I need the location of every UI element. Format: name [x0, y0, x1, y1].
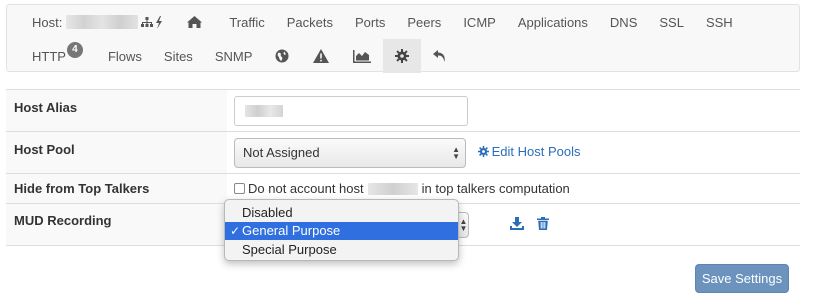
host-name-redacted	[367, 183, 418, 195]
edit-host-pools-label: Edit Host Pools	[491, 144, 581, 159]
checkmark-icon: ✓	[230, 223, 241, 238]
gear-icon	[477, 146, 489, 157]
tab-traffic[interactable]: Traffic	[213, 5, 275, 39]
tab-historical[interactable]	[341, 39, 383, 73]
home-tab[interactable]	[167, 5, 213, 39]
mud-option-disabled[interactable]: Disabled	[225, 203, 458, 222]
host-alias-input[interactable]	[234, 95, 468, 126]
mud-option-general-purpose[interactable]: ✓ General Purpose	[225, 221, 458, 240]
top-talkers-label: Hide from Top Talkers	[6, 173, 227, 204]
host-pool-label: Host Pool	[6, 131, 227, 174]
host-pool-row: Host Pool Not Assigned ▲ ▼ Edit Host Pool…	[6, 131, 800, 174]
tab-sites[interactable]: Sites	[153, 39, 204, 73]
tab-settings[interactable]	[383, 39, 422, 73]
tab-ssh[interactable]: SSH	[695, 5, 744, 39]
navbar-row-1: Host: Traffic Packets Ports Peers ICMP A…	[7, 5, 744, 39]
host-alias-value-redacted	[245, 104, 283, 117]
undo-icon	[433, 50, 446, 62]
edit-host-pools-link[interactable]: Edit Host Pools	[477, 144, 581, 159]
navbar-row-2: HTTP 4 Flows Sites SNMP	[7, 39, 458, 73]
top-talkers-checkbox[interactable]	[234, 183, 245, 194]
tab-flows[interactable]: Flows	[94, 39, 153, 73]
host-navbar: Host: Traffic Packets Ports Peers ICMP A…	[6, 4, 800, 73]
tab-snmp[interactable]: SNMP	[204, 39, 264, 73]
area-chart-icon	[353, 49, 372, 63]
host-label: Host:	[32, 14, 63, 30]
mud-recording-label: MUD Recording	[6, 203, 227, 246]
globe-icon	[275, 49, 289, 63]
tab-ports[interactable]: Ports	[344, 5, 396, 39]
tab-peers[interactable]: Peers	[396, 5, 452, 39]
lightning-icon[interactable]	[155, 15, 163, 29]
tab-icmp[interactable]: ICMP	[452, 5, 507, 39]
home-icon	[187, 16, 203, 28]
trash-icon[interactable]	[537, 216, 550, 230]
mud-option-special-purpose[interactable]: Special Purpose	[225, 240, 458, 259]
host-alias-row: Host Alias	[6, 89, 800, 132]
select-arrows-icon: ▲ ▼	[452, 144, 460, 161]
select-arrows-icon: ▲ ▼	[459, 217, 468, 233]
host-pool-selected: Not Assigned	[243, 145, 320, 160]
top-talkers-text-before: Do not account host	[248, 181, 364, 196]
host-pool-select[interactable]: Not Assigned ▲ ▼	[234, 137, 466, 168]
host-alias-label: Host Alias	[6, 89, 227, 132]
tab-alerts[interactable]	[301, 39, 341, 73]
top-talkers-text-after: in top talkers computation	[421, 181, 570, 196]
download-icon[interactable]	[509, 216, 524, 230]
tab-dns[interactable]: DNS	[599, 5, 648, 39]
tab-packets[interactable]: Packets	[276, 5, 344, 39]
tab-back[interactable]	[421, 39, 458, 73]
tab-http[interactable]: HTTP 4	[7, 39, 94, 73]
tab-geomap[interactable]	[263, 39, 301, 73]
tab-ssl[interactable]: SSL	[648, 5, 695, 39]
host-label-item: Host:	[7, 5, 167, 39]
mud-recording-dropdown: Disabled ✓ General Purpose Special Purpo…	[224, 199, 459, 261]
save-settings-button[interactable]: Save Settings	[695, 264, 789, 293]
http-count-badge: 4	[66, 42, 83, 58]
mud-select-arrows[interactable]: ▲ ▼	[459, 212, 469, 238]
warning-icon	[313, 49, 330, 63]
tab-http-label: HTTP	[32, 48, 66, 64]
gear-icon	[395, 49, 410, 63]
network-tree-icon[interactable]	[141, 16, 154, 28]
tab-applications[interactable]: Applications	[507, 5, 599, 39]
host-name-redacted	[66, 15, 139, 29]
